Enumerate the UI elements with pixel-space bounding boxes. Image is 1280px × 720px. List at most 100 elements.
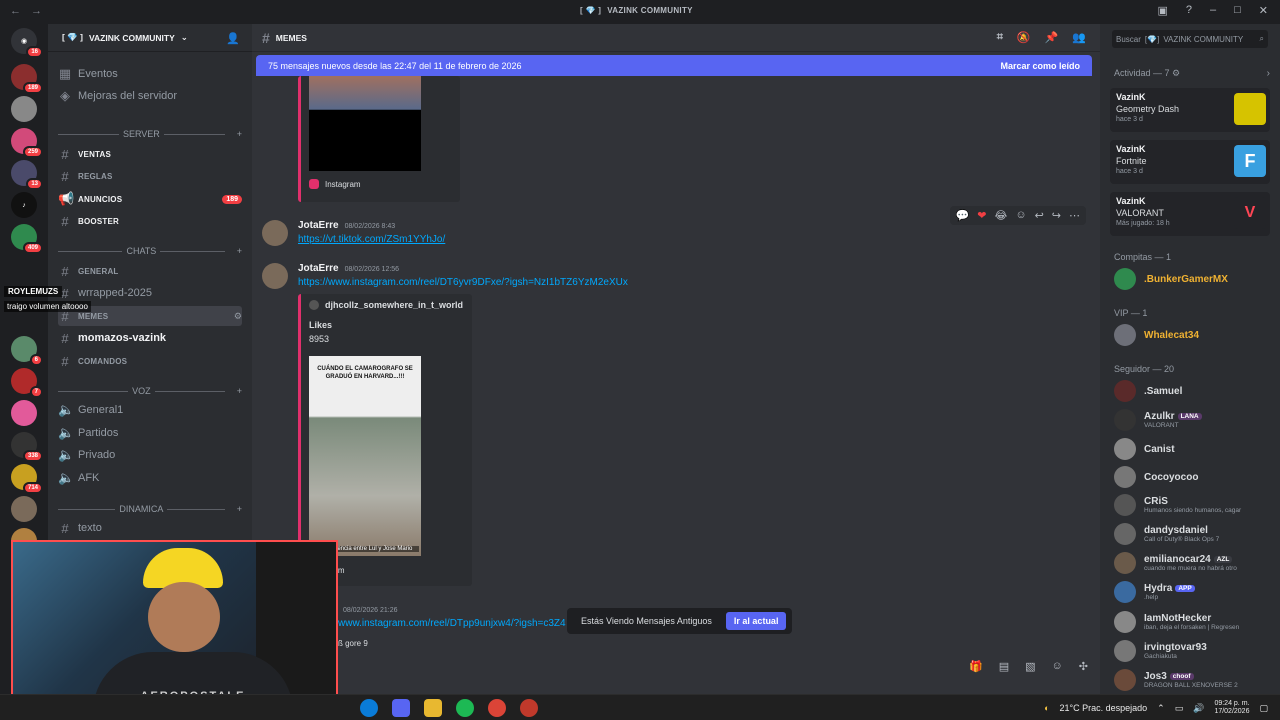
avatar[interactable] bbox=[262, 220, 288, 246]
mute-icon[interactable]: 🔕 bbox=[1017, 31, 1031, 44]
member-item[interactable]: .Samuel bbox=[1114, 378, 1274, 404]
search-input[interactable]: Buscar [💎] VAZINK COMMUNITY ⌕ bbox=[1112, 30, 1268, 48]
message-link[interactable]: www.instagram.com/reel/DTpp9unjxw4/?igsh… bbox=[338, 618, 566, 629]
category-dinamica[interactable]: DINAMICA + bbox=[58, 502, 242, 516]
minimize-icon[interactable]: – bbox=[1210, 4, 1216, 17]
message-author[interactable]: JotaErre bbox=[298, 220, 339, 231]
channel-momazos[interactable]: # momazos-vazink bbox=[58, 328, 242, 348]
server-icon[interactable]: 409 bbox=[11, 224, 43, 254]
member-item[interactable]: emilianocar24 AZL cuando me muera no habrá… bbox=[1114, 550, 1274, 576]
obs-icon[interactable] bbox=[520, 699, 538, 717]
activity-header[interactable]: Actividad — 7 ⚙ bbox=[1114, 68, 1180, 79]
chevron-right-icon[interactable]: › bbox=[1267, 68, 1270, 79]
avatar[interactable] bbox=[262, 263, 288, 289]
server-header[interactable]: [ 💎 ] VAZINK COMMUNITY ⌄ 👤 bbox=[48, 24, 252, 52]
category-chats[interactable]: CHATS + bbox=[58, 244, 242, 258]
close-icon[interactable]: ✕ bbox=[1259, 4, 1268, 17]
sidebar-item-mejoras[interactable]: ◈ Mejoras del servidor bbox=[58, 86, 242, 106]
add-member-icon[interactable]: 👤 bbox=[226, 32, 240, 45]
server-icon[interactable]: 338 bbox=[11, 432, 43, 462]
server-icon[interactable] bbox=[11, 496, 37, 522]
chrome-icon[interactable] bbox=[488, 699, 506, 717]
activity-card[interactable]: VazinK VALORANT Más jugado: 18 h V bbox=[1110, 192, 1270, 236]
reaction-icon[interactable]: 💬 bbox=[956, 209, 970, 222]
member-item[interactable]: Canist bbox=[1114, 436, 1274, 462]
forward-icon[interactable]: ↪ bbox=[1052, 209, 1061, 222]
chevron-up-icon[interactable]: ⌃ bbox=[1157, 703, 1165, 714]
add-channel-icon[interactable]: + bbox=[237, 129, 242, 139]
settings-icon[interactable]: ⚙ bbox=[234, 311, 242, 322]
voice-privado[interactable]: 🔈 Privado bbox=[58, 445, 242, 465]
sticker-icon[interactable]: ▧ bbox=[1025, 660, 1035, 673]
clock[interactable]: 09:24 p. m. 17/02/2026 bbox=[1214, 700, 1249, 717]
gift-icon[interactable]: 🎁 bbox=[969, 660, 983, 673]
direct-messages-icon[interactable]: ◉ 16 bbox=[11, 28, 43, 58]
member-item[interactable]: Cocoyocoo bbox=[1114, 464, 1274, 490]
apps-icon[interactable]: ✣ bbox=[1079, 660, 1088, 673]
channel-general[interactable]: # GENERAL bbox=[58, 261, 242, 281]
member-item[interactable]: irvingtovar93 Gachiakuta bbox=[1114, 638, 1274, 664]
heart-icon[interactable]: ❤ bbox=[977, 209, 986, 222]
member-item[interactable]: dandysdaniel Call of Duty® Black Ops 7 bbox=[1114, 521, 1274, 547]
add-channel-icon[interactable]: + bbox=[237, 386, 242, 396]
voice-afk[interactable]: 🔈 AFK bbox=[58, 468, 242, 488]
server-icon[interactable] bbox=[11, 96, 37, 122]
threads-icon[interactable]: ⌗ bbox=[997, 31, 1003, 44]
message-author[interactable]: JotaErre bbox=[298, 263, 339, 274]
notification-icon[interactable]: ▢ bbox=[1259, 703, 1268, 714]
discord-icon[interactable] bbox=[392, 699, 410, 717]
member-item[interactable]: CRiS Humanos siendo humanos, cagar bbox=[1114, 492, 1274, 518]
member-item[interactable]: IamNotHecker iban, deja el forsaken | Reg… bbox=[1114, 609, 1274, 635]
tiktok-server-icon[interactable]: ♪ bbox=[11, 192, 37, 218]
channel-comandos[interactable]: # COMANDOS bbox=[58, 351, 242, 371]
member-item[interactable]: Azulkr LANA VALORANT bbox=[1114, 407, 1274, 433]
edge-icon[interactable] bbox=[360, 699, 378, 717]
embed-author[interactable]: djhcollz_somewhere_in_t_world bbox=[309, 300, 463, 310]
server-icon[interactable]: 7 bbox=[11, 368, 43, 398]
inbox-icon[interactable]: ▣ bbox=[1157, 4, 1167, 17]
channel-reglas[interactable]: # REGLAS bbox=[58, 166, 242, 186]
activity-card[interactable]: VazinK Geometry Dash hace 3 d bbox=[1110, 88, 1270, 132]
jump-to-present-button[interactable]: Ir al actual bbox=[725, 612, 787, 630]
pin-icon[interactable]: 📌 bbox=[1045, 31, 1059, 44]
help-icon[interactable]: ? bbox=[1186, 4, 1192, 17]
server-icon[interactable]: 189 bbox=[11, 64, 43, 94]
spotify-icon[interactable] bbox=[456, 699, 474, 717]
volume-icon[interactable]: 🔊 bbox=[1193, 703, 1204, 714]
category-server[interactable]: SERVER + bbox=[58, 127, 242, 141]
member-item[interactable]: Jos3 choof DRAGON BALL XENOVERSE 2 bbox=[1114, 667, 1274, 693]
weather-text[interactable]: 21°C Prac. despejado bbox=[1060, 703, 1148, 713]
channel-texto[interactable]: # texto bbox=[58, 518, 242, 538]
embed-video-thumbnail[interactable]: CUÁNDO EL CAMAROGRAFO SE GRADUÓ EN HARVA… bbox=[309, 356, 421, 556]
add-channel-icon[interactable]: + bbox=[237, 504, 242, 514]
emoji-icon[interactable]: 😂 bbox=[994, 209, 1007, 222]
member-list-icon[interactable]: 👥 bbox=[1072, 31, 1086, 44]
message-link[interactable]: https://vt.tiktok.com/ZSm1YYhJo/ bbox=[298, 234, 445, 245]
more-icon[interactable]: ⋯ bbox=[1069, 209, 1080, 222]
back-arrow-icon[interactable]: ← bbox=[10, 5, 21, 17]
server-icon[interactable]: 259 bbox=[11, 128, 43, 158]
add-channel-icon[interactable]: + bbox=[237, 246, 242, 256]
embed-thumbnail[interactable] bbox=[309, 76, 421, 171]
server-icon[interactable]: 13 bbox=[11, 160, 43, 190]
gif-icon[interactable]: ▤ bbox=[999, 660, 1009, 673]
reply-icon[interactable]: ↩ bbox=[1035, 209, 1044, 222]
sidebar-item-eventos[interactable]: ▦ Eventos bbox=[58, 64, 242, 84]
server-icon[interactable]: 6 bbox=[11, 336, 43, 366]
mark-as-read-button[interactable]: Marcar como leído bbox=[1000, 61, 1080, 71]
network-icon[interactable]: ▭ bbox=[1175, 703, 1184, 714]
server-icon[interactable]: 714 bbox=[11, 464, 43, 494]
channel-ventas[interactable]: # VENTAS bbox=[58, 144, 242, 164]
activity-card[interactable]: VazinK Fortnite hace 3 d F bbox=[1110, 140, 1270, 184]
folder-icon[interactable] bbox=[424, 699, 442, 717]
maximize-icon[interactable]: □ bbox=[1234, 4, 1241, 17]
channel-wrapped[interactable]: # wrrapped-2025 bbox=[58, 283, 242, 303]
new-messages-bar[interactable]: 75 mensajes nuevos desde las 22:47 del 1… bbox=[256, 55, 1092, 76]
voice-general1[interactable]: 🔈 General1 bbox=[58, 400, 242, 420]
forward-arrow-icon[interactable]: → bbox=[31, 5, 42, 17]
category-voz[interactable]: VOZ + bbox=[58, 384, 242, 398]
member-item[interactable]: Hydra APP .help bbox=[1114, 579, 1274, 605]
member-item[interactable]: .BunkerGamerMX bbox=[1114, 266, 1274, 292]
channel-booster[interactable]: # BOOSTER bbox=[58, 211, 242, 231]
emoji-picker-icon[interactable]: ☺ bbox=[1052, 660, 1063, 673]
